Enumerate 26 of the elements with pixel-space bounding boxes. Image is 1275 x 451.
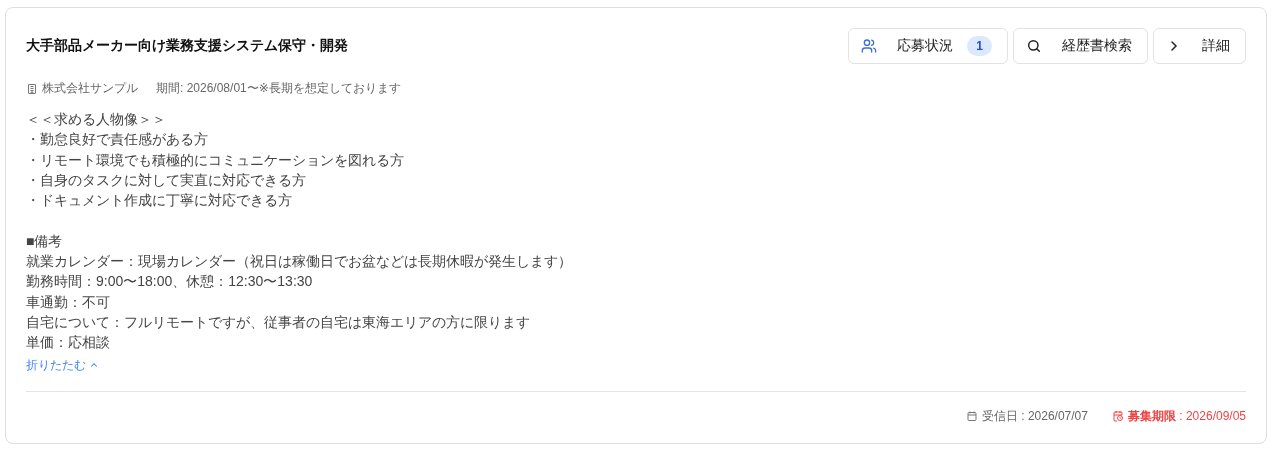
job-title: 大手部品メーカー向け業務支援システム保守・開発 [26,37,348,55]
description-line: ・リモート環境でも積極的にコミュニケーションを図れる方 [26,150,405,170]
description-line: ■備考 [26,231,64,251]
description-line: ・自身のタスクに対して実直に対応できる方 [26,170,307,190]
description-line: 単価：応相談 [26,333,111,353]
collapse-link[interactable]: 折りたたむ [26,356,99,374]
description-line: 車通勤：不可 [26,292,111,312]
description-line: ・勤怠良好で責任感がある方 [26,130,209,150]
count-badge: 1 [967,36,992,56]
calendar-clock-icon [1111,410,1124,423]
search-button[interactable]: 経歴書検索 [1013,28,1148,64]
company-name: 株式会社サンプル [42,80,138,97]
applicants-button[interactable]: 応募状況 1 [848,28,1008,64]
deadline-date: 募集期限 : 2026/09/05 [1127,407,1246,425]
received-date: 受信日 : 2026/07/07 [981,407,1088,425]
building-icon [26,82,38,95]
description-line: ・ドキュメント作成に丁寧に対応できる方 [26,191,293,211]
calendar-icon [965,410,978,423]
description-line: 勤務時間：9:00〜18:00、休憩：12:30〜13:30 [26,272,314,292]
description-line: 自宅について：フルリモートですが、従事者の自宅は東海エリアの方に限ります [26,312,531,332]
description-line: ＜＜求める人物像＞＞ [26,110,167,129]
detail-button[interactable]: 詳細 [1153,28,1246,64]
period-text: 期間: 2026/08/01〜※長期を想定しております [156,80,401,97]
description-line: 就業カレンダー：現場カレンダー（祝日は稼働日でお盆などは長期休暇が発生します） [26,252,573,272]
search-icon [1026,38,1042,54]
users-icon [861,38,878,54]
